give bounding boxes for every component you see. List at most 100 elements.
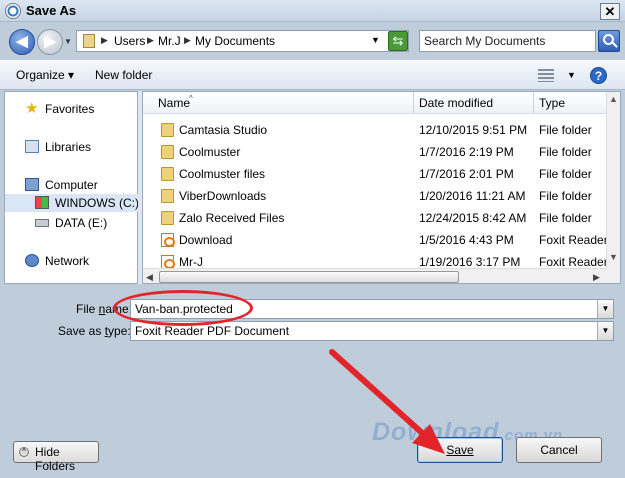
horizontal-scrollbar[interactable]: ◀ ▶ — [143, 268, 606, 283]
breadcrumb-separator[interactable]: ▶ — [147, 35, 154, 46]
address-dropdown[interactable]: ▼ — [371, 35, 380, 45]
sidebar-item-label: Favorites — [45, 102, 95, 116]
file-date: 1/5/2016 4:43 PM — [419, 233, 514, 247]
app-icon — [5, 3, 21, 19]
column-headers: Name ^ Date modified Type — [143, 92, 606, 114]
breadcrumb-user[interactable]: Mr.J — [158, 34, 181, 48]
file-list: Name ^ Date modified Type Camtasia Studi… — [142, 91, 621, 284]
label-part: File — [76, 302, 99, 316]
sidebar-item-favorites[interactable]: ★ Favorites — [5, 100, 139, 118]
recent-pages-dropdown[interactable]: ▼ — [64, 37, 72, 46]
sidebar-item-data-e[interactable]: DATA (E:) — [5, 214, 139, 232]
file-name: Coolmuster files — [179, 167, 266, 181]
organize-button[interactable]: Organize ▾ — [16, 68, 74, 82]
save-type-value: Foxit Reader PDF Document — [135, 324, 290, 338]
refresh-button[interactable]: ⇆ — [388, 31, 408, 51]
back-button[interactable]: ◀ — [9, 29, 35, 55]
file-date: 12/24/2015 8:42 AM — [419, 211, 527, 225]
file-date: 1/7/2016 2:19 PM — [419, 145, 514, 159]
chevron-down-icon[interactable]: ▼ — [597, 322, 613, 340]
network-icon — [25, 254, 39, 267]
breadcrumb-my-documents[interactable]: My Documents — [195, 34, 275, 48]
drive-icon — [35, 219, 49, 227]
search-input[interactable]: Search My Documents — [419, 30, 596, 52]
file-name: ViberDownloads — [179, 189, 267, 203]
column-divider[interactable] — [413, 92, 414, 114]
folder-icon — [161, 145, 174, 159]
breadcrumb-separator[interactable]: ▶ — [101, 35, 108, 46]
star-icon: ★ — [25, 100, 39, 117]
column-header-date[interactable]: Date modified — [419, 96, 493, 110]
hide-folders-button[interactable]: ^ Hide Folders — [13, 441, 99, 473]
label-part: Save as — [58, 324, 105, 338]
column-divider[interactable] — [533, 92, 534, 114]
pdf-icon — [161, 255, 175, 269]
views-dropdown[interactable]: ▼ — [567, 70, 576, 80]
title-bar: Save As ✕ — [0, 0, 625, 22]
save-type-label: Save as type: — [58, 324, 131, 338]
file-name: Mr-J — [179, 255, 203, 269]
sidebar-item-label: DATA (E:) — [55, 216, 108, 230]
window-title: Save As — [26, 3, 77, 18]
close-button[interactable]: ✕ — [600, 3, 620, 20]
file-date: 1/19/2016 3:17 PM — [419, 255, 521, 269]
file-type: File folder — [539, 123, 592, 137]
file-name: Download — [179, 233, 233, 247]
sidebar-item-computer[interactable]: Computer — [5, 176, 139, 194]
file-type: File folder — [539, 167, 592, 181]
breadcrumb-users[interactable]: Users — [114, 34, 145, 48]
chevron-down-icon[interactable]: ▼ — [597, 300, 613, 318]
sidebar-item-libraries[interactable]: Libraries — [5, 138, 139, 156]
folder-icon — [161, 123, 174, 137]
scroll-thumb[interactable] — [159, 271, 459, 283]
file-date: 1/7/2016 2:01 PM — [419, 167, 514, 181]
column-header-type[interactable]: Type — [539, 96, 565, 110]
search-button[interactable] — [598, 30, 620, 52]
label-part: ype: — [108, 324, 131, 338]
views-icon[interactable] — [538, 69, 554, 82]
cancel-button[interactable]: Cancel — [516, 437, 602, 463]
sort-arrow-icon: ^ — [189, 94, 193, 103]
file-type: File folder — [539, 189, 592, 203]
file-name: Zalo Received Files — [179, 211, 285, 225]
scroll-up-icon[interactable]: ▲ — [609, 94, 618, 104]
table-row[interactable]: Download 1/5/2016 4:43 PM Foxit Reader — [143, 229, 608, 251]
file-type: Foxit Reader — [539, 233, 608, 247]
search-placeholder: Search My Documents — [424, 34, 546, 48]
scroll-left-icon[interactable]: ◀ — [146, 272, 153, 283]
library-icon — [25, 140, 39, 153]
table-row[interactable]: Camtasia Studio 12/10/2015 9:51 PM File … — [143, 119, 606, 141]
navigation-pane: ★ Favorites Libraries Computer WINDOWS (… — [4, 91, 139, 284]
forward-button[interactable]: ▶ — [37, 29, 63, 55]
hide-folders-label: Hide Folders — [35, 445, 76, 473]
sidebar-item-label: Network — [45, 254, 90, 268]
drive-icon — [35, 196, 49, 209]
column-header-name[interactable]: Name — [158, 96, 190, 110]
sidebar-item-network[interactable]: Network — [5, 252, 139, 270]
folder-icon — [161, 211, 174, 225]
new-folder-button[interactable]: New folder — [95, 68, 152, 82]
pdf-icon — [161, 233, 175, 247]
file-date: 1/20/2016 11:21 AM — [419, 189, 526, 203]
scroll-down-icon[interactable]: ▼ — [609, 252, 618, 262]
annotation-ellipse — [113, 290, 253, 326]
address-row: ◀ ▶ ▼ ▶ Users ▶ Mr.J ▶ My Documents ▼ ⇆ … — [0, 22, 625, 60]
computer-icon — [25, 178, 39, 191]
scroll-right-icon[interactable]: ▶ — [593, 272, 600, 283]
table-row[interactable]: Coolmuster 1/7/2016 2:19 PM File folder — [143, 141, 606, 163]
collapse-icon: ^ — [19, 447, 29, 457]
table-row[interactable]: Zalo Received Files 12/24/2015 8:42 AM F… — [143, 207, 606, 229]
vertical-scrollbar[interactable]: ▲ ▼ — [606, 92, 620, 268]
file-name: Camtasia Studio — [179, 123, 268, 137]
table-row[interactable]: ViberDownloads 1/20/2016 11:21 AM File f… — [143, 185, 606, 207]
table-row[interactable]: Coolmuster files 1/7/2016 2:01 PM File f… — [143, 163, 606, 185]
folder-icon — [161, 167, 174, 181]
sidebar-item-windows-c[interactable]: WINDOWS (C:) — [5, 194, 139, 212]
sidebar-item-label: Computer — [45, 178, 98, 192]
file-type: File folder — [539, 145, 592, 159]
address-bar[interactable]: ▶ Users ▶ Mr.J ▶ My Documents ▼ — [76, 30, 409, 52]
scroll-corner — [606, 268, 620, 283]
file-type: File folder — [539, 211, 592, 225]
help-icon[interactable]: ? — [590, 67, 607, 84]
breadcrumb-separator[interactable]: ▶ — [184, 35, 191, 46]
